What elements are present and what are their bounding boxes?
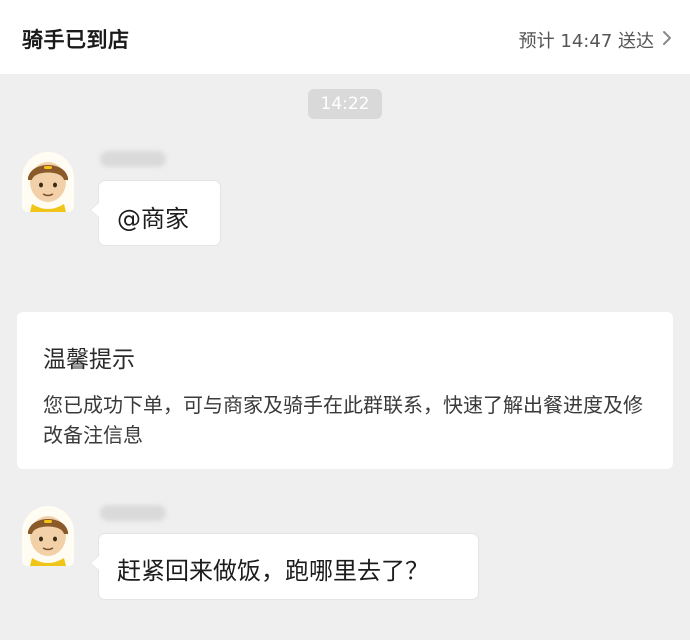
order-status-title: 骑手已到店 xyxy=(22,28,130,52)
message-bubble: @商家 xyxy=(90,180,221,246)
order-status-header: 骑手已到店 预计 14:47 送达 xyxy=(0,0,690,74)
notice-title: 温馨提示 xyxy=(43,347,135,373)
sender-name-redacted xyxy=(100,151,166,167)
chevron-right-icon xyxy=(662,30,672,50)
message-text: @商家 xyxy=(117,205,189,233)
message-bubble: 赶紧回来做饭，跑哪里去了？ xyxy=(90,533,479,600)
notice-card: 温馨提示 您已成功下单，可与商家及骑手在此群联系，快速了解出餐进度及修改备注信息 xyxy=(17,312,673,469)
rider-avatar-icon[interactable] xyxy=(22,152,74,212)
message-text: 赶紧回来做饭，跑哪里去了？ xyxy=(117,557,429,585)
rider-avatar-icon[interactable] xyxy=(22,506,74,566)
eta-text: 预计 14:47 送达 xyxy=(518,31,654,52)
eta-link[interactable]: 预计 14:47 送达 xyxy=(519,27,672,53)
chat-timestamp: 14:22 xyxy=(308,89,382,119)
notice-body: 您已成功下单，可与商家及骑手在此群联系，快速了解出餐进度及修改备注信息 xyxy=(43,393,643,447)
sender-name-redacted xyxy=(100,505,166,521)
